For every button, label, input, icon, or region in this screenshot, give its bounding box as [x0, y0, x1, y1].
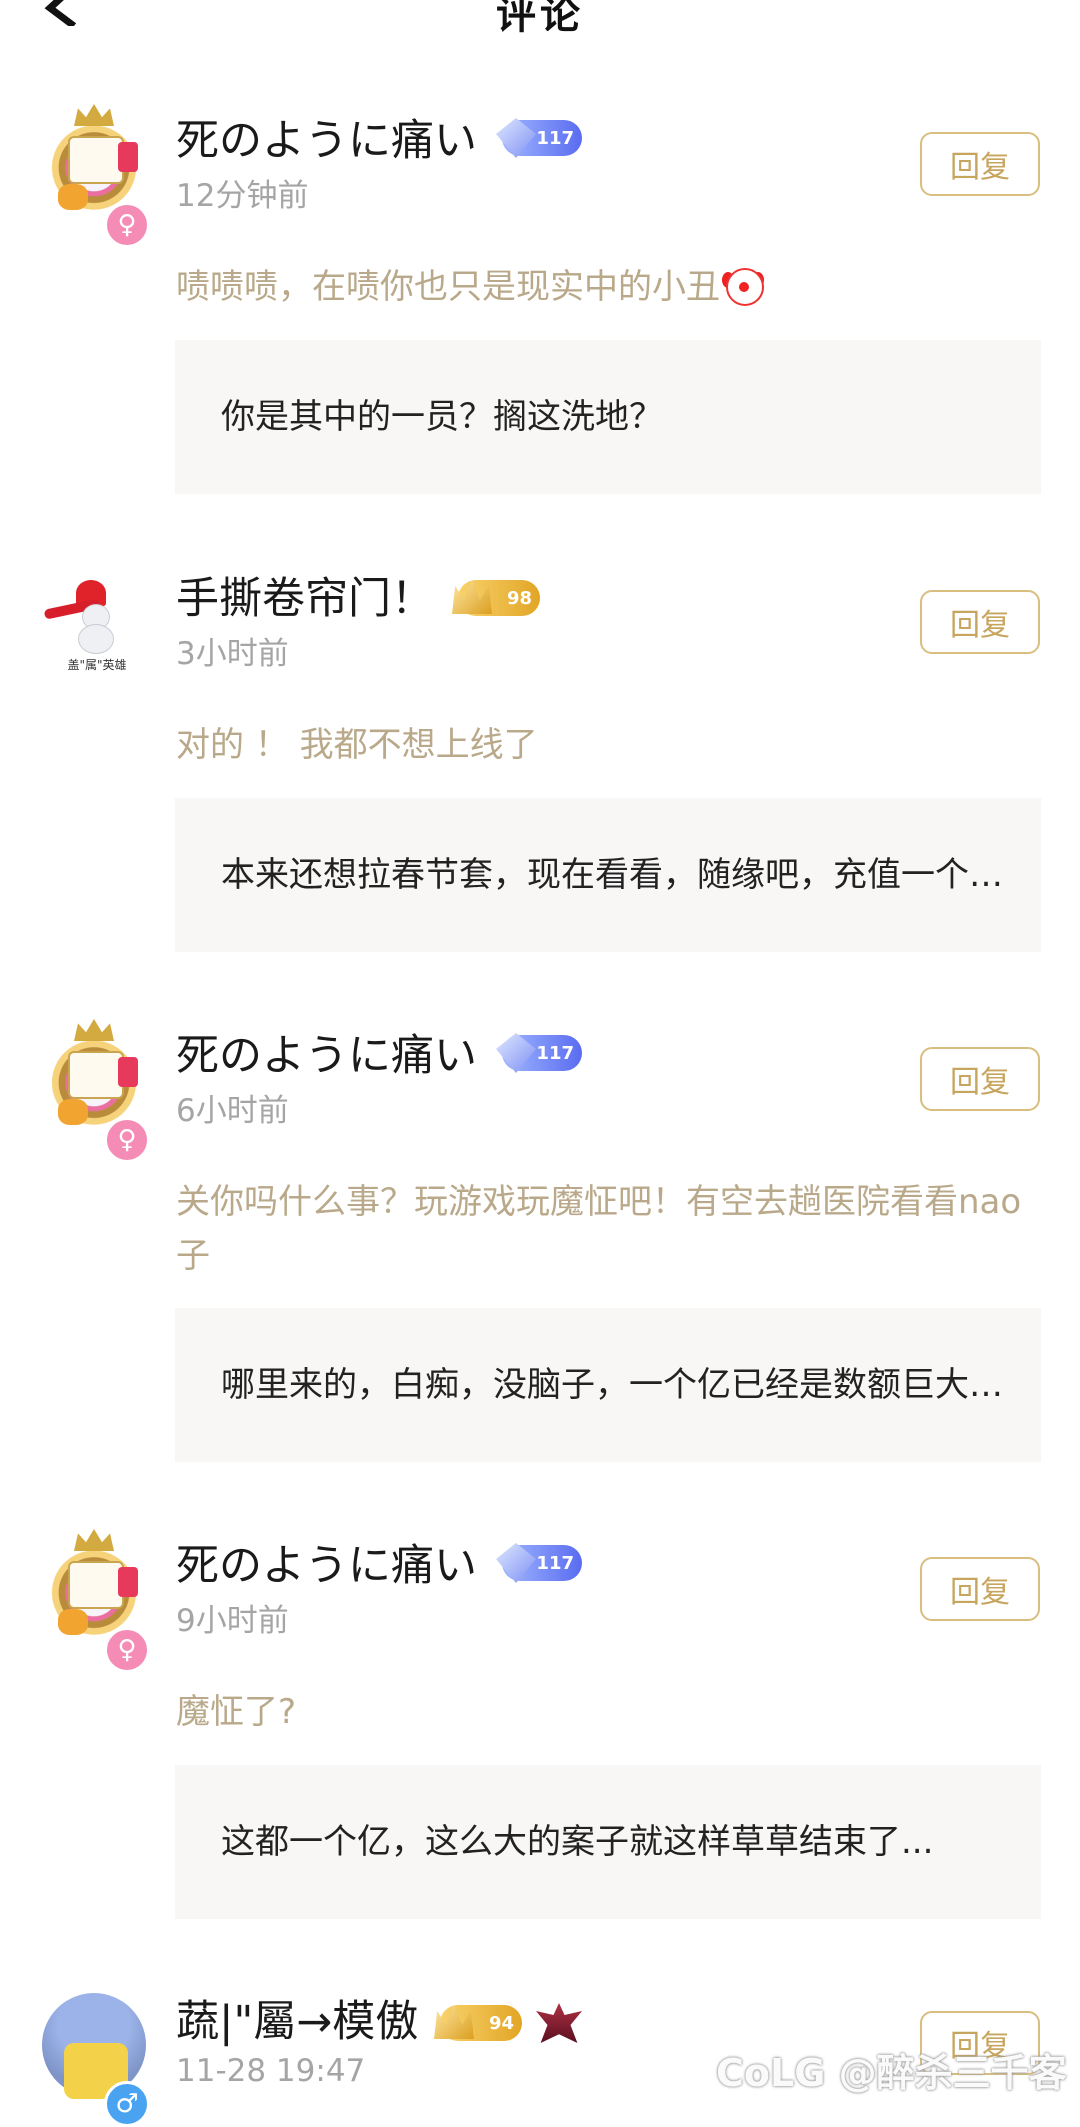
avatar-frame-crown-icon [74, 1529, 114, 1551]
avatar-frame-crown-icon [74, 104, 114, 126]
top-bar: 评论 [0, 0, 1080, 71]
username[interactable]: 死のように痛い [176, 1531, 477, 1593]
comment-item: ♀ 死のように痛い 117 12分钟前 回复 啧啧啧，在啧你也只是现实中的小丑 … [0, 70, 1080, 530]
level-number: 94 [488, 2012, 514, 2034]
quoted-comment[interactable]: 你是其中的一员？搁这洗地？ [175, 340, 1041, 494]
level-badge: 117 [496, 118, 582, 158]
quoted-comment[interactable]: 本来还想拉春节套，现在看看，随缘吧，充值一个亿，这个案子没了下文... [175, 798, 1041, 952]
quoted-comment-text: 你是其中的一员？搁这洗地？ [221, 397, 663, 437]
crown-rank-icon [452, 580, 492, 614]
page-title: 评论 [496, 0, 584, 38]
comment-time: 12分钟前 [176, 178, 309, 214]
level-badge: 98 [452, 580, 540, 616]
quoted-comment-text: 本来还想拉春节套，现在看看，随缘吧，充值一个亿，这个案子没了下文... [221, 855, 1011, 895]
level-number: 117 [536, 127, 574, 149]
comment-text: 关你吗什么事？玩游戏玩魔怔吧！有空去趟医院看看nao子 [176, 1182, 1022, 1276]
quoted-comment-text: 哪里来的，白痴，没脑子，一个亿已经是数额巨大了... [221, 1365, 1011, 1405]
comment-time: 6小时前 [176, 1093, 289, 1129]
username[interactable]: 手撕卷帘门！ [176, 564, 434, 626]
reply-button[interactable]: 回复 [920, 132, 1040, 196]
comment-item: ♀ 死のように痛い 117 6小时前 回复 关你吗什么事？玩游戏玩魔怔吧！有空去… [0, 985, 1080, 1497]
level-number: 98 [506, 587, 532, 609]
level-number: 117 [536, 1552, 574, 1574]
reply-button[interactable]: 回复 [920, 1557, 1040, 1621]
comment-time: 3小时前 [176, 636, 289, 672]
level-number: 117 [536, 1042, 574, 1064]
level-badge: 117 [496, 1033, 582, 1073]
clown-face-icon [722, 262, 764, 306]
reply-button[interactable]: 回复 [920, 1047, 1040, 1111]
quoted-comment[interactable]: 这都一个亿，这么大的案子就这样草草结束了... [175, 1765, 1041, 1919]
comment-text: 魔怔了? [176, 1692, 297, 1732]
username[interactable]: 死のように痛い [176, 1021, 477, 1083]
comment-text: 对的 ！ 我都不想上线了 [176, 725, 538, 765]
comment-time: 9小时前 [176, 1603, 289, 1639]
comment-item: ♀ 死のように痛い 117 9小时前 回复 魔怔了? 这都一个亿，这么大的案子就… [0, 1495, 1080, 1955]
rank-emblem-icon [536, 2003, 582, 2043]
reply-button[interactable]: 回复 [920, 590, 1040, 654]
diamond-rank-icon [496, 1543, 536, 1583]
female-gender-icon: ♀ [104, 1627, 150, 1673]
quoted-comment[interactable]: 哪里来的，白痴，没脑子，一个亿已经是数额巨大了... [175, 1308, 1041, 1462]
comment-item: 盖"属"英雄 手撕卷帘门！ 98 3小时前 回复 对的 ！ 我都不想上线了 本来… [0, 528, 1080, 987]
avatar[interactable]: 盖"属"英雄 [38, 564, 150, 676]
quoted-comment-text: 这都一个亿，这么大的案子就这样草草结束了... [221, 1822, 934, 1862]
avatar[interactable] [38, 1529, 150, 1643]
avatar-frame-crown-icon [74, 1019, 114, 1041]
comment-time: 11-28 19:47 [176, 2053, 366, 2089]
avatar[interactable] [38, 104, 150, 218]
male-gender-icon: ♂ [104, 2081, 150, 2127]
comment-text: 啧啧啧，在啧你也只是现实中的小丑 [176, 260, 1036, 314]
level-badge: 117 [496, 1543, 582, 1583]
watermark: CoLG @醉杀三千客 [716, 2051, 1067, 2095]
diamond-rank-icon [496, 118, 536, 158]
avatar[interactable] [38, 1019, 150, 1133]
crown-rank-icon [434, 2005, 474, 2039]
female-gender-icon: ♀ [104, 1117, 150, 1163]
diamond-rank-icon [496, 1033, 536, 1073]
avatar-caption: 盖"属"英雄 [67, 658, 127, 672]
username[interactable]: 死のように痛い [176, 106, 477, 168]
username[interactable]: 蔬|"屬→模傲 [176, 1987, 418, 2049]
level-badge: 94 [434, 2005, 522, 2041]
female-gender-icon: ♀ [104, 202, 150, 248]
